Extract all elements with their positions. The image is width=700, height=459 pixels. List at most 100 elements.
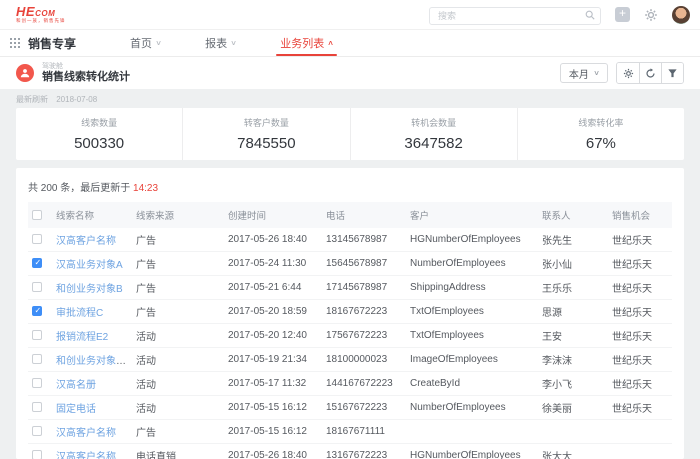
page-title: 销售线索转化统计 bbox=[42, 71, 130, 83]
settings-icon-button[interactable] bbox=[617, 63, 639, 83]
report-badge-icon bbox=[16, 64, 34, 82]
cell-contact bbox=[538, 420, 608, 444]
cell-contact: 王乐乐 bbox=[538, 276, 608, 300]
col-customer: 客户 bbox=[406, 202, 538, 228]
cell-phone: 13145678987 bbox=[322, 228, 406, 252]
lead-name-link[interactable]: 报销流程E2 bbox=[56, 332, 108, 343]
table-row: 汉高名册 活动 2017-05-17 11:32 144167672223 Cr… bbox=[28, 372, 672, 396]
cell-contact: 思源 bbox=[538, 300, 608, 324]
col-lead-name: 线索名称 bbox=[52, 202, 132, 228]
lead-name-link[interactable]: 汉高名册 bbox=[56, 380, 96, 391]
app-window: HECOM 和创一族，销售先锋 + bbox=[0, 0, 700, 459]
chevron-down-icon: ∨ bbox=[593, 69, 600, 77]
table-summary: 共 200 条，最后更新于 14:23 bbox=[28, 179, 672, 194]
cell-opportunity: 世纪乐天 bbox=[608, 348, 672, 372]
navbar: 销售专享 首页 ∨ 报表 ∨ 业务列表 ∧ bbox=[0, 30, 700, 57]
user-avatar[interactable] bbox=[672, 6, 690, 24]
stats-card: 线索数量 500330 转客户数量 7845550 转机会数量 3647582 … bbox=[16, 108, 684, 160]
refresh-info: 最新刷新 2018-07-08 bbox=[0, 89, 700, 108]
cell-phone: 17567672223 bbox=[322, 324, 406, 348]
cell-source: 广告 bbox=[132, 276, 224, 300]
cell-created: 2017-05-26 18:40 bbox=[224, 444, 322, 459]
cell-contact: 张大大 bbox=[538, 444, 608, 459]
leads-table: 线索名称 线索来源 创建时间 电话 客户 联系人 销售机会 汉高客户名称 广告 … bbox=[28, 202, 672, 459]
cell-opportunity: 世纪乐天 bbox=[608, 300, 672, 324]
filter-icon-button[interactable] bbox=[661, 63, 683, 83]
cell-customer: CreateById bbox=[406, 372, 538, 396]
search-input[interactable] bbox=[429, 7, 601, 25]
lead-name-link[interactable]: 汉高客户名称 bbox=[56, 452, 116, 459]
stat-conversion-rate: 线索转化率 67% bbox=[517, 108, 684, 160]
tab-reports[interactable]: 报表 ∨ bbox=[205, 30, 236, 56]
cell-opportunity: 世纪乐天 bbox=[608, 324, 672, 348]
add-button[interactable]: + bbox=[615, 7, 630, 22]
cell-customer: NumberOfEmployees bbox=[406, 252, 538, 276]
cell-contact: 王安 bbox=[538, 324, 608, 348]
period-select[interactable]: 本月 ∨ bbox=[560, 63, 608, 83]
cell-source: 广告 bbox=[132, 228, 224, 252]
row-checkbox[interactable] bbox=[32, 282, 42, 292]
cell-created: 2017-05-20 12:40 bbox=[224, 324, 322, 348]
cell-contact: 徐美丽 bbox=[538, 396, 608, 420]
row-checkbox[interactable] bbox=[32, 258, 42, 268]
nav-tabs: 首页 ∨ 报表 ∨ 业务列表 ∧ bbox=[108, 30, 355, 56]
lead-name-link[interactable]: 汉高业务对象A bbox=[56, 260, 123, 271]
cell-created: 2017-05-20 18:59 bbox=[224, 300, 322, 324]
lead-name-link[interactable]: 汉高客户名称 bbox=[56, 236, 116, 247]
row-checkbox[interactable] bbox=[32, 450, 42, 459]
cell-source: 活动 bbox=[132, 348, 224, 372]
tab-business-list[interactable]: 业务列表 ∧ bbox=[280, 30, 333, 56]
cell-customer bbox=[406, 420, 538, 444]
table-row: 和创业务对象E32 活动 2017-05-19 21:34 1810000002… bbox=[28, 348, 672, 372]
row-checkbox[interactable] bbox=[32, 402, 42, 412]
report-category: 驾驶舱 bbox=[42, 63, 130, 71]
row-checkbox[interactable] bbox=[32, 354, 42, 364]
cell-contact: 张先生 bbox=[538, 228, 608, 252]
lead-name-link[interactable]: 审批流程C bbox=[56, 308, 103, 319]
report-toolbar bbox=[616, 62, 684, 84]
lead-name-link[interactable]: 固定电话 bbox=[56, 404, 96, 415]
row-checkbox[interactable] bbox=[32, 426, 42, 436]
cell-created: 2017-05-19 21:34 bbox=[224, 348, 322, 372]
logo-tagline: 和创一族，销售先锋 bbox=[16, 19, 66, 24]
cell-phone: 18100000023 bbox=[322, 348, 406, 372]
table-body: 汉高客户名称 广告 2017-05-26 18:40 13145678987 H… bbox=[28, 228, 672, 459]
cell-contact: 张小仙 bbox=[538, 252, 608, 276]
cell-source: 广告 bbox=[132, 300, 224, 324]
cell-phone: 15167672223 bbox=[322, 396, 406, 420]
table-row: 汉高业务对象A 广告 2017-05-24 11:30 15645678987 … bbox=[28, 252, 672, 276]
cell-source: 电话直销 bbox=[132, 444, 224, 459]
col-created-time: 创建时间 bbox=[224, 202, 322, 228]
logo-sub-text: COM bbox=[35, 9, 55, 18]
cell-phone: 18167671111 bbox=[322, 420, 406, 444]
select-all-checkbox[interactable] bbox=[32, 210, 42, 220]
stat-converted-opportunities: 转机会数量 3647582 bbox=[350, 108, 517, 160]
refresh-icon-button[interactable] bbox=[639, 63, 661, 83]
stat-leads: 线索数量 500330 bbox=[16, 108, 182, 160]
cell-customer: TxtOfEmployees bbox=[406, 324, 538, 348]
row-checkbox[interactable] bbox=[32, 330, 42, 340]
tab-home[interactable]: 首页 ∨ bbox=[130, 30, 161, 56]
cell-created: 2017-05-26 18:40 bbox=[224, 228, 322, 252]
leads-table-panel: 共 200 条，最后更新于 14:23 线索名称 线索来源 创建时间 电话 客户… bbox=[16, 168, 684, 459]
cell-source: 活动 bbox=[132, 324, 224, 348]
cell-phone: 18167672223 bbox=[322, 300, 406, 324]
lead-name-link[interactable]: 和创业务对象B bbox=[56, 284, 123, 295]
row-checkbox[interactable] bbox=[32, 234, 42, 244]
cell-source: 活动 bbox=[132, 396, 224, 420]
table-row: 固定电话 活动 2017-05-15 16:12 15167672223 Num… bbox=[28, 396, 672, 420]
cell-contact: 李沫沫 bbox=[538, 348, 608, 372]
row-checkbox[interactable] bbox=[32, 378, 42, 388]
settings-gear-icon[interactable] bbox=[644, 8, 658, 22]
cell-opportunity: 世纪乐天 bbox=[608, 396, 672, 420]
apps-grid-icon[interactable] bbox=[10, 38, 20, 48]
lead-name-link[interactable]: 汉高客户名称 bbox=[56, 428, 116, 439]
cell-phone: 144167672223 bbox=[322, 372, 406, 396]
row-checkbox[interactable] bbox=[32, 306, 42, 316]
workspace-title: 销售专享 bbox=[28, 35, 76, 52]
hecom-logo: HECOM 和创一族，销售先锋 bbox=[16, 5, 66, 24]
cell-created: 2017-05-24 11:30 bbox=[224, 252, 322, 276]
cell-source: 活动 bbox=[132, 372, 224, 396]
col-lead-source: 线索来源 bbox=[132, 202, 224, 228]
lead-name-link[interactable]: 和创业务对象E32 bbox=[56, 356, 132, 367]
